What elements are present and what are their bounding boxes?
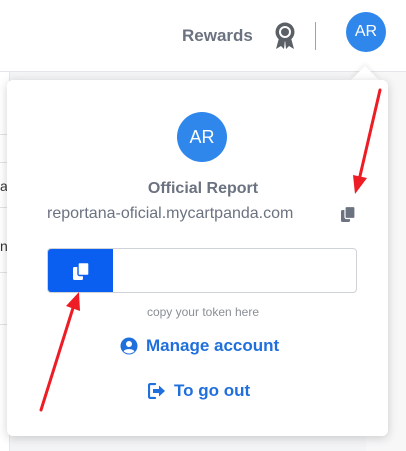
app-window: Rewards AR a n AR Official Report report…: [0, 0, 406, 451]
header-divider: [315, 22, 316, 50]
store-domain: reportana-oficial.mycartpanda.com: [47, 205, 294, 222]
logout-label: To go out: [174, 381, 251, 400]
rewards-link[interactable]: Rewards: [182, 26, 253, 46]
user-circle-icon: [120, 337, 138, 355]
top-header: Rewards AR: [0, 0, 406, 72]
copy-icon: [72, 262, 90, 280]
copy-token-button[interactable]: [48, 249, 113, 292]
manage-account-label: Manage account: [146, 336, 280, 355]
award-ribbon-icon[interactable]: [273, 22, 297, 50]
store-name: Official Report: [147, 180, 259, 197]
token-field-group: [47, 248, 357, 293]
logout-link[interactable]: To go out: [148, 381, 250, 401]
token-hint: copy your token here: [146, 305, 260, 319]
manage-account-link[interactable]: Manage account: [120, 336, 279, 356]
token-input[interactable]: [113, 249, 356, 292]
copy-domain-icon[interactable]: [340, 205, 356, 223]
sign-out-icon: [148, 383, 165, 399]
popup-avatar: AR: [177, 112, 227, 162]
user-avatar-button[interactable]: AR: [346, 12, 386, 52]
